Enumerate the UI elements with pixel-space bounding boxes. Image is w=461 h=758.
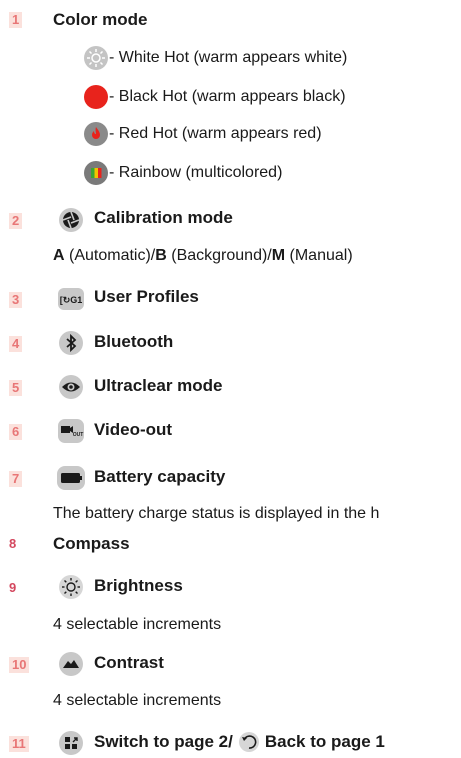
white-hot-icon (84, 46, 108, 70)
svg-text:[↻G1: [↻G1 (60, 295, 83, 305)
item-number-1: 1 (9, 12, 23, 28)
battery-capacity-title: Battery capacity (94, 467, 226, 486)
compass-title: Compass (53, 534, 130, 553)
back-arrow-icon (237, 731, 261, 753)
battery-description: The battery charge status is displayed i… (53, 505, 380, 522)
calibration-options: A (Automatic)/B (Background)/M (Manual) (53, 245, 353, 267)
item-number-11: 11 (9, 736, 29, 752)
color-mode-label: - Rainbow (multicolored) (109, 164, 283, 181)
contrast-title: Contrast (94, 653, 164, 672)
color-mode-white-hot: - White Hot (warm appears white) (84, 44, 347, 72)
rainbow-icon (84, 161, 108, 185)
color-mode-label: - Red Hot (warm appears red) (109, 125, 322, 142)
brightness-description: 4 selectable increments (53, 616, 222, 633)
brightness-icon (56, 572, 86, 602)
item-number-9: 9 (9, 580, 17, 596)
ultraclear-mode-title: Ultraclear mode (94, 376, 223, 395)
item-number-8: 8 (9, 536, 17, 552)
calibration-m-letter: M (271, 247, 286, 264)
item-number-3: 3 (9, 292, 23, 308)
switch-page-title: Switch to page 2/ Back to page 1 (94, 731, 385, 753)
item-number-7: 7 (9, 471, 23, 487)
calibration-b-text: (Background)/ (166, 247, 272, 264)
item-number-5: 5 (9, 380, 23, 396)
ultraclear-eye-icon (56, 372, 86, 402)
calibration-a-letter: A (53, 247, 65, 264)
color-mode-title: Color mode (53, 10, 148, 29)
brightness-title: Brightness (94, 576, 183, 595)
contrast-description: 4 selectable increments (53, 692, 222, 709)
back-to-page-1-label: Back to page 1 (264, 732, 385, 751)
calibration-m-text: (Manual) (285, 247, 353, 264)
switch-page-icon (56, 728, 86, 758)
calibration-icon (56, 205, 86, 235)
color-mode-rainbow: - Rainbow (multicolored) (84, 159, 282, 187)
color-mode-black-hot: - Black Hot (warm appears black) (84, 83, 346, 111)
item-number-4: 4 (9, 336, 23, 352)
item-number-6: 6 (9, 424, 23, 440)
bluetooth-icon (56, 328, 86, 358)
color-mode-label: - White Hot (warm appears white) (109, 49, 348, 66)
bluetooth-title: Bluetooth (94, 332, 174, 351)
black-hot-icon (84, 85, 108, 109)
item-number-2: 2 (9, 213, 23, 229)
contrast-mountain-icon (56, 649, 86, 679)
color-mode-red-hot: - Red Hot (warm appears red) (84, 120, 322, 148)
svg-text:OUT: OUT (73, 432, 84, 438)
calibration-mode-title: Calibration mode (94, 208, 233, 227)
calibration-b-letter: B (155, 247, 167, 264)
red-hot-icon (84, 122, 108, 146)
user-profiles-title: User Profiles (94, 287, 199, 306)
video-out-icon: OUT (56, 416, 86, 446)
user-profiles-icon: [↻G1 (56, 284, 86, 314)
battery-icon (56, 463, 86, 493)
item-number-10: 10 (9, 657, 30, 673)
color-mode-label: - Black Hot (warm appears black) (109, 88, 346, 105)
video-out-title: Video-out (94, 420, 173, 439)
calibration-a-text: (Automatic)/ (64, 247, 156, 264)
switch-to-page-2-label: Switch to page 2/ (94, 732, 233, 751)
